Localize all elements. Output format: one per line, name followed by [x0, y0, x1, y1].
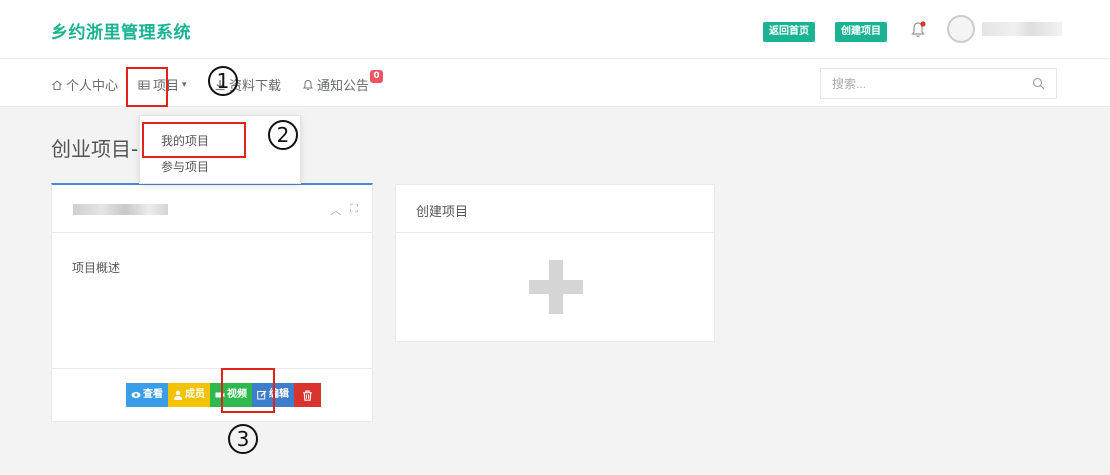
brand-title: 乡约浙里管理系统 [51, 23, 191, 43]
view-button[interactable]: 查看 [126, 383, 168, 407]
project-summary: 项目概述 [72, 261, 121, 275]
user-avatar[interactable] [947, 15, 975, 43]
project-card-footer: 查看 成员 视频 编辑 [52, 368, 372, 421]
view-button-label: 查看 [143, 389, 163, 400]
create-card-title: 创建项目 [416, 205, 469, 220]
search-input[interactable] [832, 69, 1022, 98]
bell-icon[interactable] [910, 21, 926, 39]
user-icon [174, 390, 182, 400]
project-name-blurred [73, 204, 168, 215]
collapse-icon[interactable]: ︿ [330, 202, 341, 218]
members-button[interactable]: 成员 [168, 383, 210, 407]
nav-personal-center[interactable]: 个人中心 [51, 75, 118, 94]
step-3-marker: 3 [228, 424, 258, 454]
dropdown-item-joined-projects[interactable]: 参与项目 [161, 158, 209, 175]
project-card: ︿ ⛶ 项目概述 查看 成员 视频 编辑 [51, 183, 373, 422]
user-name-blurred [982, 22, 1062, 36]
create-card-header: 创建项目 [396, 185, 714, 233]
card-tools: ︿ ⛶ [330, 202, 358, 218]
members-button-label: 成员 [185, 389, 205, 400]
nav-personal-center-label: 个人中心 [66, 79, 119, 94]
nav-notices[interactable]: 通知公告 [302, 75, 369, 94]
notice-count-badge: 0 [370, 70, 383, 83]
trash-icon [303, 390, 312, 401]
create-project-button[interactable]: 创建项目 [835, 22, 887, 42]
eye-icon [131, 392, 141, 398]
nav-notices-label: 通知公告 [317, 79, 370, 94]
create-project-card[interactable]: 创建项目 [395, 184, 715, 342]
caret-down-icon: ▾ [182, 79, 187, 90]
page-title: 创业项目- [51, 137, 139, 161]
highlight-projects-nav [126, 67, 168, 107]
highlight-video-button [221, 368, 275, 413]
search-icon[interactable] [1032, 77, 1045, 90]
project-card-header: ︿ ⛶ [52, 185, 372, 233]
fullscreen-icon[interactable]: ⛶ [350, 202, 358, 218]
highlight-my-projects [142, 122, 246, 158]
delete-button[interactable] [294, 383, 321, 407]
search-box [820, 68, 1057, 99]
home-icon [52, 79, 62, 90]
top-bar: 乡约浙里管理系统 返回首页 创建项目 [0, 0, 1110, 58]
step-1-marker: 1 [208, 66, 238, 96]
back-home-button[interactable]: 返回首页 [763, 22, 815, 42]
bell-icon [303, 79, 313, 90]
step-2-marker: 2 [268, 120, 298, 150]
